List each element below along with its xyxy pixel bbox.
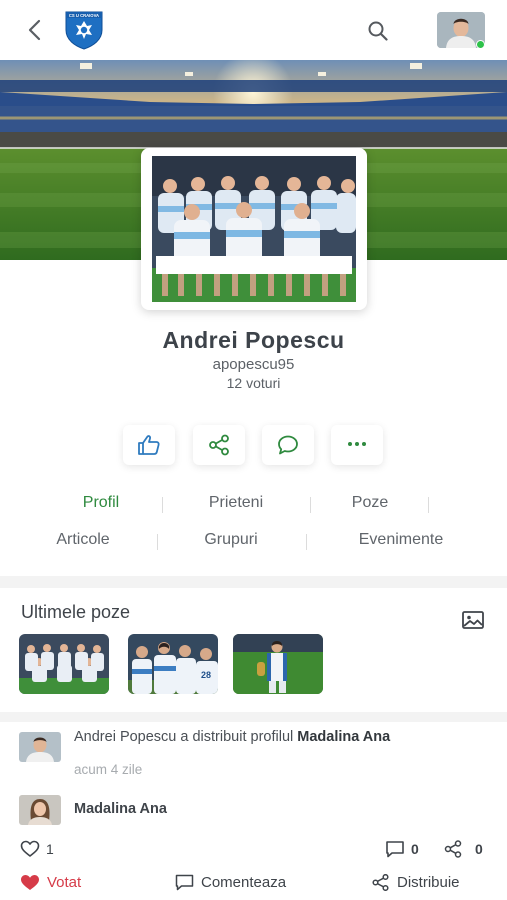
photo-thumbnail[interactable] bbox=[233, 634, 323, 694]
shared-user-avatar[interactable] bbox=[19, 795, 61, 825]
tab-evenimente[interactable]: Evenimente bbox=[330, 531, 472, 549]
profile-name: Andrei Popescu bbox=[162, 327, 345, 353]
tab-prieteni[interactable]: Prieteni bbox=[186, 494, 286, 512]
online-status-dot bbox=[476, 40, 485, 49]
more-options-button[interactable] bbox=[331, 425, 383, 465]
latest-photos-title: Ultimele poze bbox=[21, 602, 131, 622]
likes-value: 1 bbox=[46, 841, 54, 857]
tab-separator bbox=[428, 497, 429, 513]
profile-votes: 12 voturi bbox=[226, 375, 281, 391]
activity-time: acum 4 zile bbox=[74, 762, 143, 777]
photo-thumbnail[interactable]: 28 bbox=[128, 634, 218, 694]
tab-poze[interactable]: Poze bbox=[334, 494, 406, 512]
activity-target-name[interactable]: Madalina Ana bbox=[297, 729, 390, 745]
message-button[interactable] bbox=[262, 425, 314, 465]
search-icon bbox=[368, 21, 388, 41]
tab-articole[interactable]: Articole bbox=[36, 531, 130, 549]
tab-separator bbox=[310, 497, 311, 513]
shares-count[interactable]: 0 bbox=[443, 840, 483, 858]
comment-label: Comenteaza bbox=[201, 874, 287, 891]
shares-value: 0 bbox=[475, 841, 483, 857]
share-icon bbox=[372, 874, 389, 891]
activity-text: Andrei Popescu a distribuit profilul Mad… bbox=[74, 730, 484, 745]
profile-tabs-row-1: Profil Prieteni Poze bbox=[0, 494, 507, 518]
thumbs-up-icon bbox=[138, 435, 160, 455]
shared-user-name[interactable]: Madalina Ana bbox=[74, 801, 167, 817]
top-bar: CS U CRAIOVA bbox=[0, 0, 507, 60]
share-label: Distribuie bbox=[397, 874, 460, 891]
svg-text:CS U CRAIOVA: CS U CRAIOVA bbox=[69, 13, 99, 18]
activity-author-avatar[interactable] bbox=[19, 732, 61, 762]
activity-action-text: a distribuit profilul bbox=[176, 729, 298, 745]
profile-actions bbox=[0, 425, 507, 467]
vote-button[interactable]: Votat bbox=[20, 874, 81, 891]
profile-username: apopescu95 bbox=[212, 356, 295, 373]
likes-count[interactable]: 1 bbox=[20, 840, 54, 858]
club-logo[interactable]: CS U CRAIOVA bbox=[63, 8, 105, 50]
heart-icon bbox=[20, 840, 40, 857]
photo-thumbnail[interactable] bbox=[19, 634, 109, 694]
like-button[interactable] bbox=[123, 425, 175, 465]
chevron-left-icon bbox=[28, 19, 41, 41]
share-icon bbox=[444, 840, 462, 858]
activity-card: Andrei Popescu a distribuit profilul Mad… bbox=[0, 722, 507, 900]
vote-label: Votat bbox=[47, 874, 82, 891]
gallery-button[interactable] bbox=[461, 610, 485, 630]
share-profile-button[interactable] bbox=[193, 425, 245, 465]
tab-profil[interactable]: Profil bbox=[62, 494, 140, 512]
heart-filled-icon bbox=[21, 875, 39, 890]
share-icon bbox=[209, 434, 229, 456]
user-avatar[interactable] bbox=[437, 12, 485, 49]
svg-text:28: 28 bbox=[201, 670, 211, 680]
tab-grupuri[interactable]: Grupuri bbox=[180, 531, 282, 549]
share-button[interactable]: Distribuie bbox=[371, 874, 460, 891]
back-button[interactable] bbox=[22, 16, 46, 44]
comment-icon bbox=[175, 874, 194, 891]
more-icon bbox=[348, 442, 366, 446]
tab-separator bbox=[306, 534, 307, 550]
tab-separator bbox=[157, 534, 158, 550]
search-button[interactable] bbox=[366, 19, 390, 43]
activity-actor-name[interactable]: Andrei Popescu bbox=[74, 729, 176, 745]
profile-photo[interactable] bbox=[141, 148, 367, 310]
latest-photos-card: Ultimele poze 28 bbox=[0, 588, 507, 712]
comments-value: 0 bbox=[411, 841, 419, 857]
tab-separator bbox=[162, 497, 163, 513]
profile-tabs-row-2: Articole Grupuri Evenimente bbox=[0, 531, 507, 555]
image-icon bbox=[462, 611, 484, 629]
comment-button[interactable]: Comenteaza bbox=[175, 874, 286, 891]
comments-count[interactable]: 0 bbox=[385, 840, 419, 858]
comment-icon bbox=[386, 841, 404, 858]
message-icon bbox=[278, 435, 298, 455]
activity-stats: 1 0 0 bbox=[0, 840, 507, 862]
activity-actions: Votat Comenteaza Distribuie bbox=[0, 874, 507, 896]
